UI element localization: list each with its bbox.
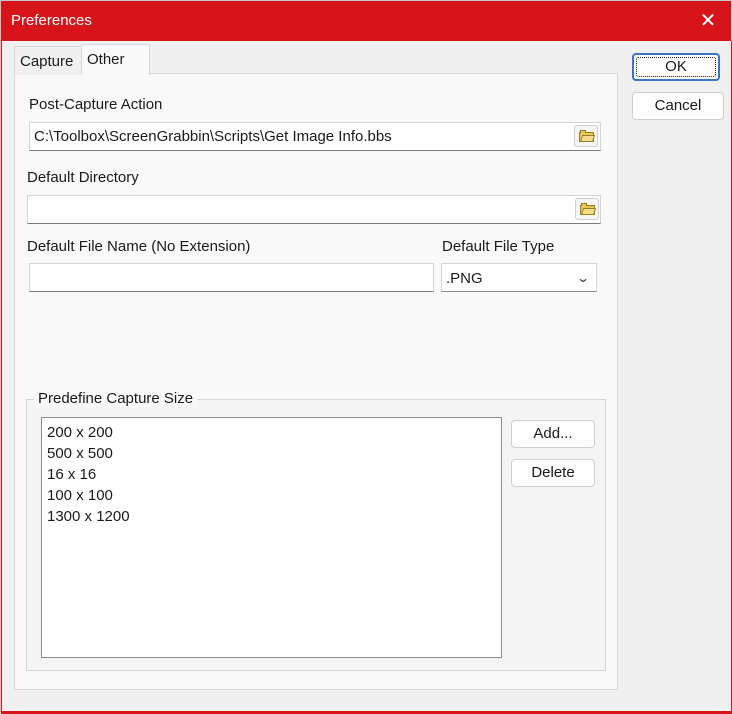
predefine-capture-size-title: Predefine Capture Size: [34, 390, 198, 407]
close-icon[interactable]: ✕: [685, 1, 731, 41]
window-border-left: [1, 41, 2, 712]
post-capture-action-field[interactable]: C:\Toolbox\ScreenGrabbin\Scripts\Get Ima…: [29, 122, 601, 151]
default-directory-field[interactable]: [27, 195, 601, 224]
ok-button[interactable]: OK: [632, 53, 720, 81]
delete-size-button[interactable]: Delete: [511, 459, 595, 487]
default-file-type-label: Default File Type: [442, 238, 555, 255]
window-title: Preferences: [11, 12, 92, 29]
default-directory-browse-button[interactable]: [575, 198, 599, 220]
preferences-dialog: Preferences ✕ Capture Other Post-Capture…: [0, 0, 732, 714]
tab-capture[interactable]: Capture: [14, 46, 82, 75]
list-item[interactable]: 500 x 500: [47, 443, 496, 464]
default-file-name-label: Default File Name (No Extension): [27, 238, 251, 255]
tab-capture-label: Capture: [20, 53, 74, 70]
default-file-type-value: .PNG: [446, 270, 483, 287]
add-size-button[interactable]: Add...: [511, 420, 595, 448]
list-item[interactable]: 200 x 200: [47, 422, 496, 443]
cancel-button[interactable]: Cancel: [632, 92, 724, 120]
post-capture-action-label: Post-Capture Action: [29, 96, 163, 113]
default-file-name-field[interactable]: [29, 263, 434, 292]
tab-other-label: Other: [87, 51, 125, 68]
list-item[interactable]: 16 x 16: [47, 464, 496, 485]
title-bar: Preferences ✕: [1, 1, 731, 41]
capture-size-list[interactable]: 200 x 200 500 x 500 16 x 16 100 x 100 13…: [41, 417, 502, 658]
default-file-type-select[interactable]: .PNG ⌄: [441, 263, 597, 292]
post-capture-browse-button[interactable]: [574, 125, 598, 147]
list-item[interactable]: 1300 x 1200: [47, 506, 496, 527]
folder-icon: [578, 129, 595, 142]
chevron-down-icon: ⌄: [575, 271, 591, 285]
folder-icon: [579, 202, 596, 215]
post-capture-action-value: C:\Toolbox\ScreenGrabbin\Scripts\Get Ima…: [34, 128, 392, 145]
tab-other[interactable]: Other: [81, 44, 150, 75]
focus-rectangle: [636, 57, 716, 77]
list-item[interactable]: 100 x 100: [47, 485, 496, 506]
default-directory-label: Default Directory: [27, 169, 139, 186]
